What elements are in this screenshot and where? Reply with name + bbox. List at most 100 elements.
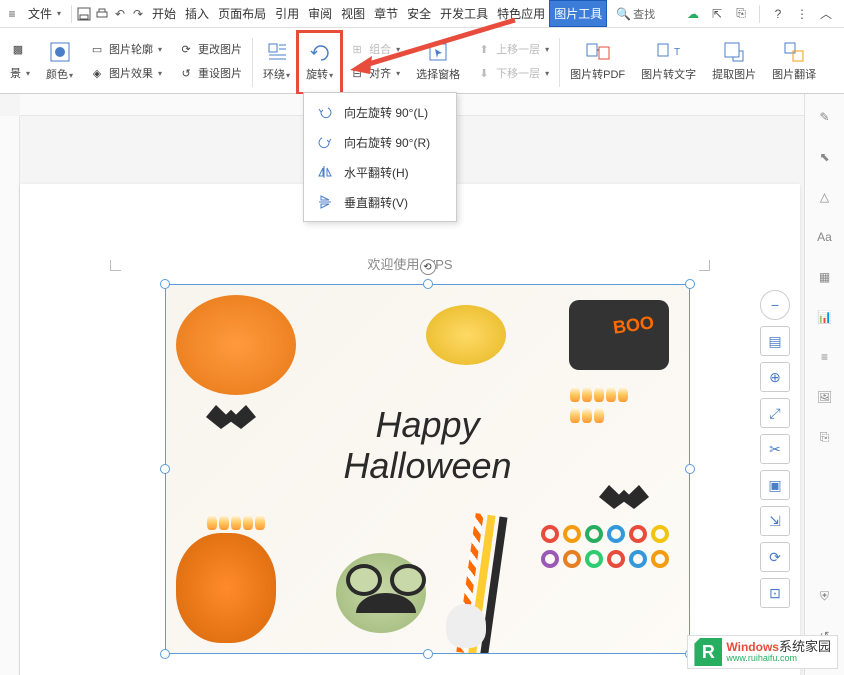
move-down-button: ⬇下移一层▾	[472, 63, 553, 83]
reset-pic-button[interactable]: ↺重设图片	[174, 63, 246, 83]
share-icon[interactable]: ⇱	[709, 6, 725, 22]
more-icon[interactable]: ⋮	[794, 6, 810, 22]
color-icon	[48, 40, 72, 64]
tab-reference[interactable]: 引用	[271, 1, 303, 26]
redo-icon[interactable]: ↷	[130, 6, 146, 22]
group-icon: ⊞	[349, 41, 365, 57]
sb-style-icon[interactable]: Aa	[814, 226, 836, 248]
wm-url: www.ruihaifu.com	[726, 654, 831, 664]
resize-handle-b[interactable]	[423, 649, 433, 659]
page[interactable]: 欢迎使用 WPS BOO Happy Halloween	[20, 184, 800, 675]
ft-fit[interactable]: ⤢	[760, 398, 790, 428]
flip-v-label: 垂直翻转(V)	[344, 194, 408, 211]
wrap-label: 环绕	[263, 69, 285, 81]
resize-handle-bl[interactable]	[160, 649, 170, 659]
ft-border[interactable]: ▣	[760, 470, 790, 500]
sb-chart-icon[interactable]: 📊	[814, 306, 836, 328]
group-button: ⊞组合▾	[345, 39, 404, 59]
selected-image[interactable]: BOO Happy Halloween ⟲	[165, 284, 690, 654]
image-float-toolbar: − ▤ ⊕ ⤢ ✂ ▣ ⇲ ⟳ ⊡	[760, 290, 792, 608]
save-icon[interactable]	[76, 6, 92, 22]
tab-devtools[interactable]: 开发工具	[436, 1, 492, 26]
rotate-button[interactable]: 旋转▾	[302, 32, 337, 90]
tab-section[interactable]: 章节	[370, 1, 402, 26]
change-pic-button[interactable]: ⟳更改图片	[174, 39, 246, 59]
group-bg: ▩ 景▾	[2, 32, 38, 93]
reset-label: 重设图片	[198, 65, 242, 81]
resize-handle-t[interactable]	[423, 279, 433, 289]
deco-skull	[446, 604, 486, 648]
collapse-icon[interactable]: ︿	[818, 6, 834, 22]
wrap-icon	[265, 40, 289, 64]
rotate-left-label: 向左旋转 90°(L)	[344, 104, 428, 121]
sb-select-icon[interactable]: ⬉	[814, 146, 836, 168]
help-icon[interactable]: ?	[770, 6, 786, 22]
resize-handle-r[interactable]	[685, 464, 695, 474]
print-icon[interactable]	[94, 6, 110, 22]
watermark: R Windows系统家园 www.ruihaifu.com	[687, 635, 838, 669]
rotate-icon	[308, 40, 332, 64]
sb-shape-icon[interactable]: △	[814, 186, 836, 208]
history-icon[interactable]: ⎘	[733, 6, 749, 22]
resize-handle-tr[interactable]	[685, 279, 695, 289]
color-button[interactable]: 颜色▾	[42, 32, 77, 90]
ruler-vertical	[0, 116, 20, 675]
sb-nav-icon[interactable]: ≡	[814, 346, 836, 368]
extract-button[interactable]: 提取图片	[708, 32, 760, 90]
translate-button[interactable]: 图片翻译	[768, 32, 820, 90]
ft-export[interactable]: ⇲	[760, 506, 790, 536]
sb-image-icon[interactable]: 🖼	[814, 386, 836, 408]
tab-review[interactable]: 审阅	[304, 1, 336, 26]
ft-layout[interactable]: ▤	[760, 326, 790, 356]
flip-v-icon	[316, 193, 334, 211]
tab-security[interactable]: 安全	[403, 1, 435, 26]
bg-button[interactable]: ▩	[6, 39, 34, 59]
ft-more[interactable]: ⊡	[760, 578, 790, 608]
tab-picture-tools[interactable]: 图片工具	[550, 1, 606, 26]
tab-special[interactable]: 特色应用	[493, 1, 549, 26]
resize-handle-tl[interactable]	[160, 279, 170, 289]
ft-replace[interactable]: ⟳	[760, 542, 790, 572]
select-pane-label: 选择窗格	[416, 66, 460, 82]
rotate-right-item[interactable]: 向右旋转 90°(R)	[304, 127, 456, 157]
translate-icon	[782, 40, 806, 64]
sb-shield-icon[interactable]: ⛨	[814, 585, 836, 607]
up-label: 上移一层	[496, 41, 540, 57]
outline-button[interactable]: ▭图片轮廓▾	[85, 39, 166, 59]
rotate-group: 旋转▾	[298, 32, 341, 93]
extract-label: 提取图片	[712, 66, 756, 82]
pdf-label: 图片转PDF	[570, 66, 625, 82]
to-text-button[interactable]: T 图片转文字	[637, 32, 700, 90]
wrap-button[interactable]: 环绕▾	[259, 32, 294, 90]
sb-grid-icon[interactable]: ▦	[814, 266, 836, 288]
select-pane-button[interactable]: 选择窗格	[412, 32, 464, 90]
ft-crop[interactable]: ✂	[760, 434, 790, 464]
effect-button[interactable]: ◈图片效果▾	[85, 63, 166, 83]
deco-candies	[539, 523, 679, 643]
ft-collapse[interactable]: −	[760, 290, 790, 320]
tab-view[interactable]: 视图	[337, 1, 369, 26]
cloud-icon[interactable]: ☁	[685, 6, 701, 22]
to-pdf-button[interactable]: 图片转PDF	[566, 32, 629, 90]
tab-layout[interactable]: 页面布局	[214, 1, 270, 26]
align-button[interactable]: ⊟对齐▾	[345, 63, 404, 83]
flip-v-item[interactable]: 垂直翻转(V)	[304, 187, 456, 217]
sb-pencil-icon[interactable]: ✎	[814, 106, 836, 128]
flip-h-item[interactable]: 水平翻转(H)	[304, 157, 456, 187]
rotate-handle[interactable]: ⟲	[420, 259, 436, 275]
bg-label-btn[interactable]: 景▾	[6, 63, 34, 83]
file-menu[interactable]: 文件 ▾	[22, 5, 67, 22]
undo-icon[interactable]: ↶	[112, 6, 128, 22]
sb-link-icon[interactable]: ⎘	[814, 426, 836, 448]
resize-handle-l[interactable]	[160, 464, 170, 474]
tab-insert[interactable]: 插入	[181, 1, 213, 26]
menu-icon[interactable]: ≡	[4, 6, 20, 22]
search-area[interactable]: 🔍 查找	[616, 6, 655, 22]
tab-start[interactable]: 开始	[148, 1, 180, 26]
ft-zoom[interactable]: ⊕	[760, 362, 790, 392]
ribbon: ▩ 景▾ 颜色▾ ▭图片轮廓▾ ◈图片效果▾ ⟳更改图片 ↺重设图片 环绕▾ 旋…	[0, 28, 844, 94]
align-icon: ⊟	[349, 65, 365, 81]
outline-label: 图片轮廓	[109, 41, 153, 57]
rotate-left-item[interactable]: 向左旋转 90°(L)	[304, 97, 456, 127]
separator	[252, 38, 253, 87]
